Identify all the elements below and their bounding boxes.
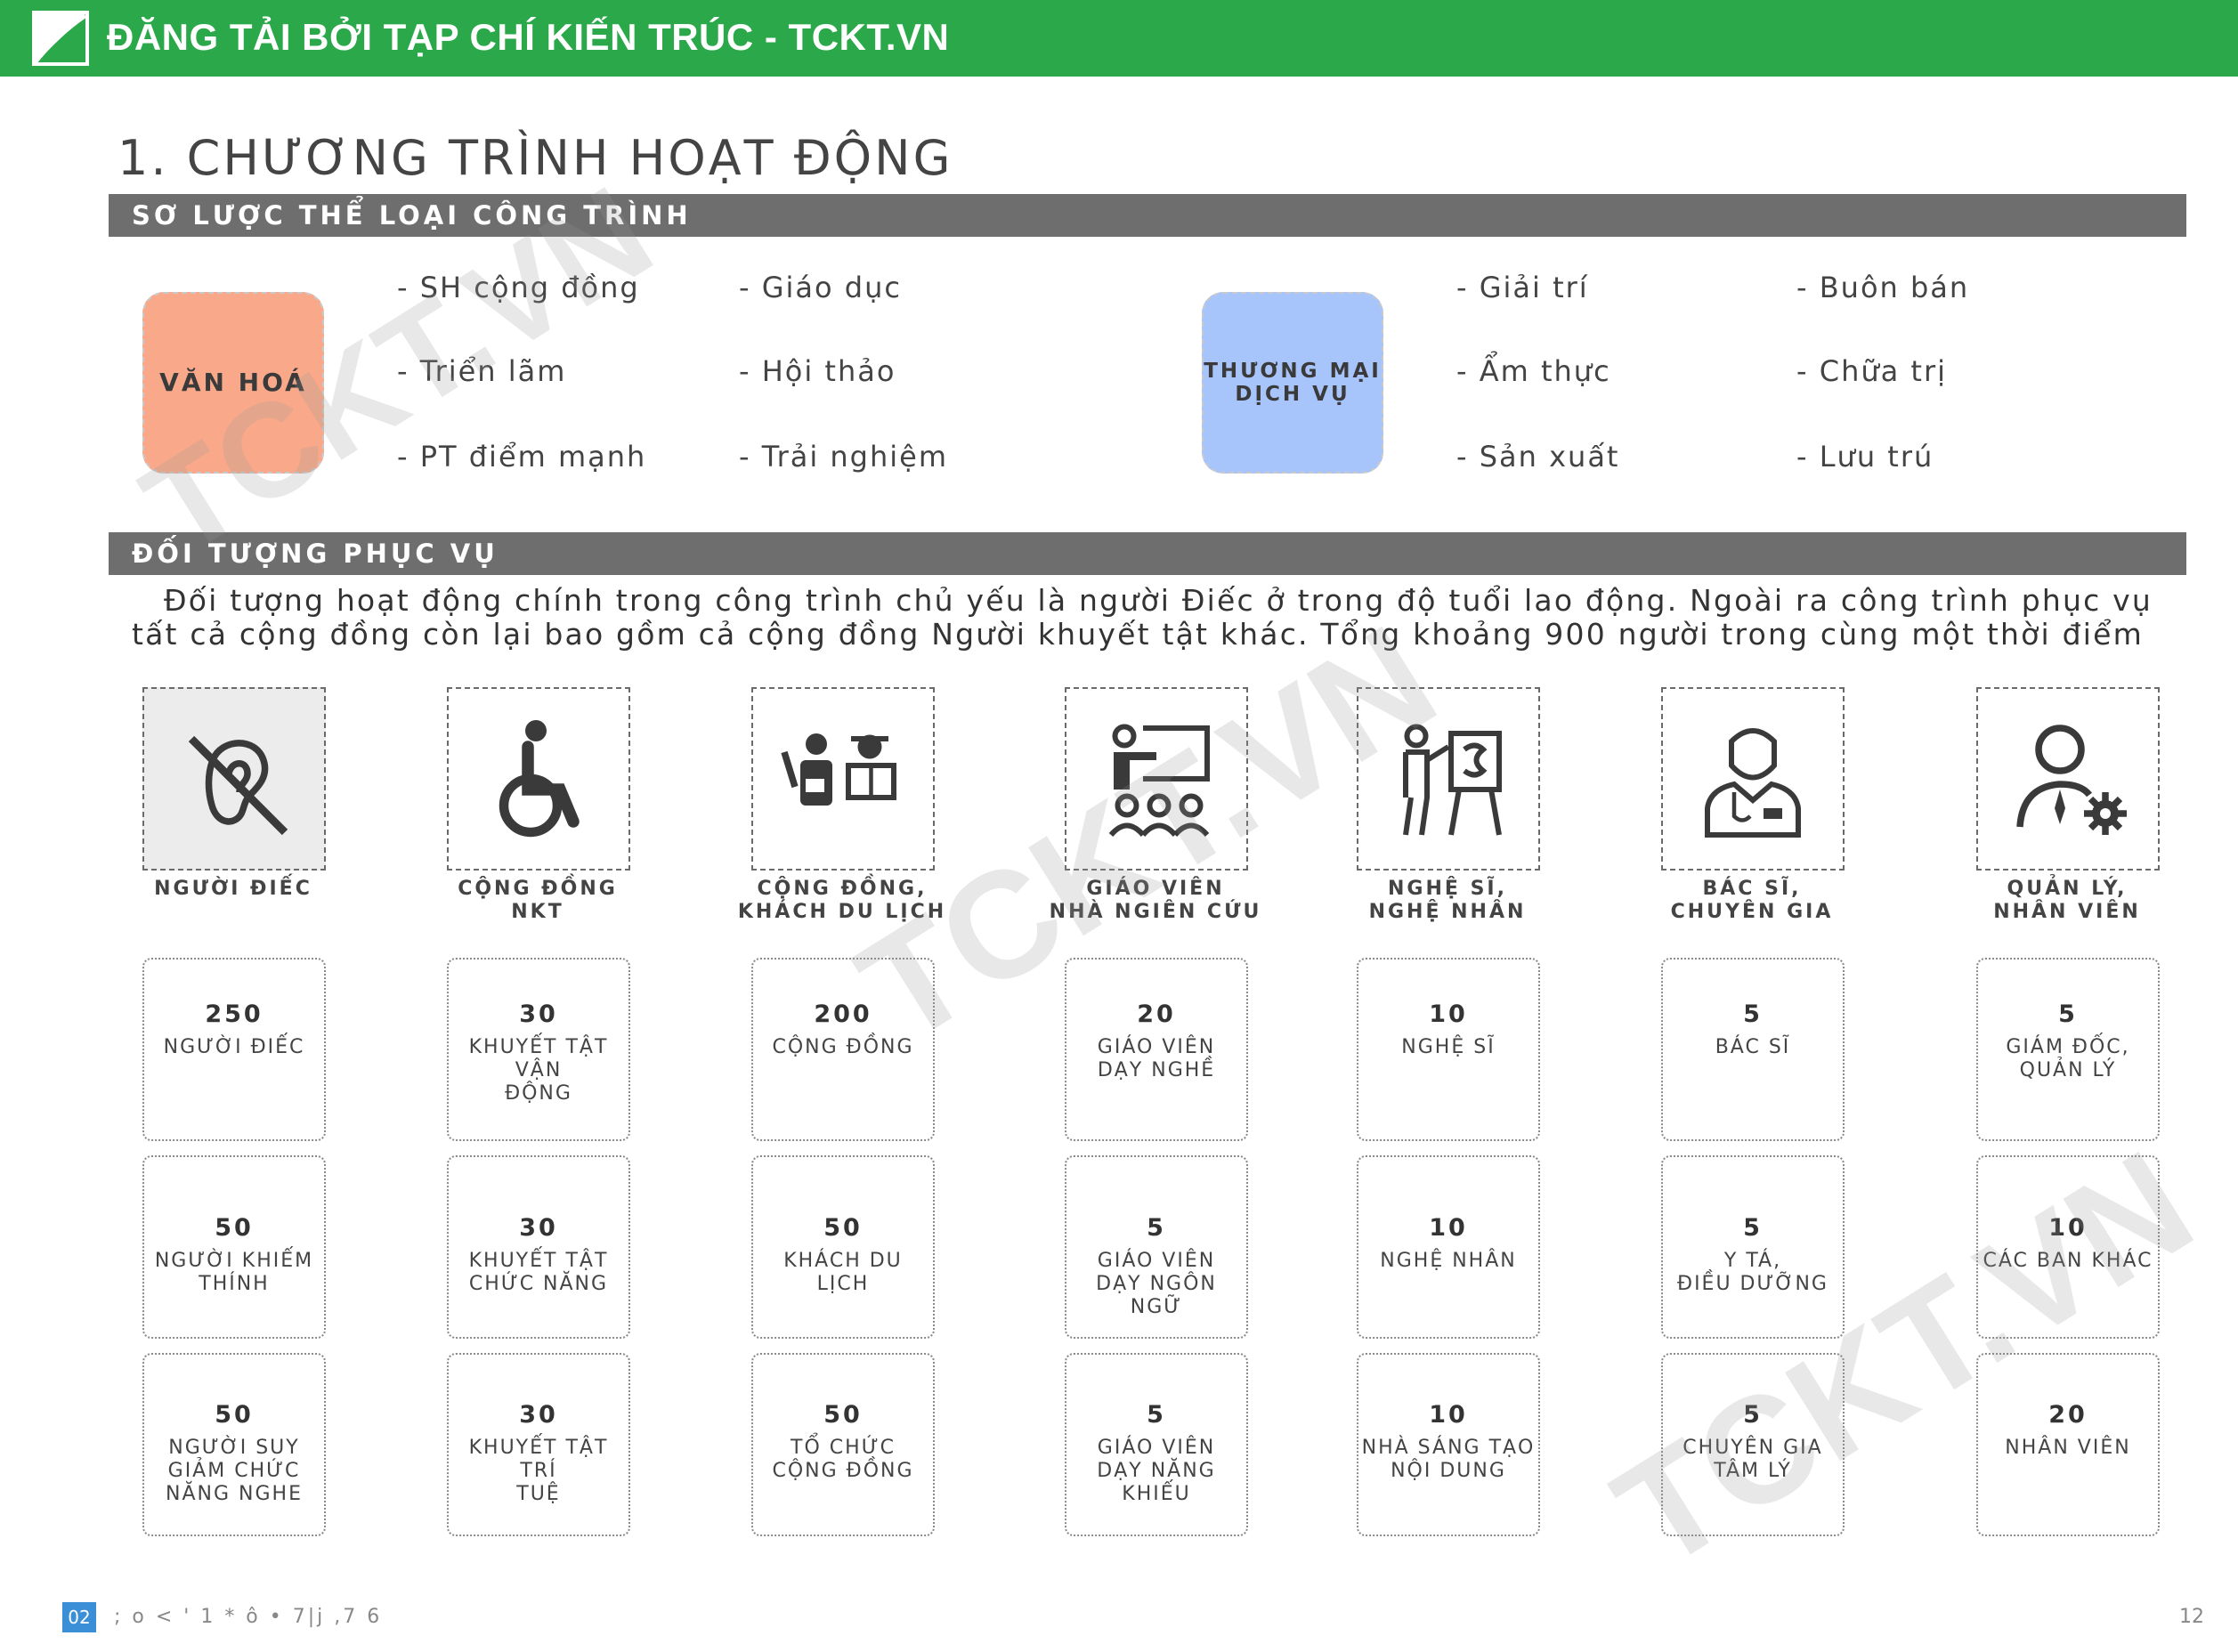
tm-item: - Buôn bán	[1796, 271, 1970, 304]
teacher-icon	[1065, 687, 1248, 871]
section-title-types: SƠ LƯỢC THỂ LOẠI CÔNG TRÌNH	[132, 200, 692, 231]
vh-item: - Giáo dục	[739, 271, 902, 304]
stat-box: 30 KHUYẾT TẬT VẬN ĐỘNG	[447, 958, 630, 1141]
group-label: CỘNG ĐỒNG, KHÁCH DU LỊCH	[737, 878, 947, 923]
stat-box: 10 NGHỆ SĨ	[1357, 958, 1540, 1141]
group-label: CỘNG ĐỒNG NKT	[458, 878, 618, 923]
vh-item: - Triển lãm	[397, 354, 567, 388]
tm-item: - Lưu trú	[1796, 440, 1934, 474]
group-label: GIÁO VIÊN NHÀ NGIÊN CỨU	[1049, 878, 1262, 923]
group-label: NGƯỜI ĐIẾC	[154, 878, 312, 900]
wheelchair-icon	[447, 687, 630, 871]
stat-box: 250 NGƯỜI ĐIẾC	[142, 958, 326, 1141]
stat-box: 5 GIÁM ĐỐC, QUẢN LÝ	[1976, 958, 2160, 1141]
stat-box: 10 NHÀ SÁNG TẠO NỘI DUNG	[1357, 1353, 1540, 1536]
tm-item: - Ẩm thực	[1456, 354, 1611, 388]
stat-box: 5 Y TÁ, ĐIỀU DƯỠNG	[1661, 1155, 1845, 1339]
stat-box: 5 BÁC SĨ	[1661, 958, 1845, 1141]
stat-box: 50 NGƯỜI SUY GIẢM CHỨC NĂNG NGHE	[142, 1353, 326, 1536]
tourists-icon	[751, 687, 935, 871]
tm-item: - Chữa trị	[1796, 354, 1947, 388]
vh-item: - Hội thảo	[739, 354, 896, 388]
stat-box: 5 CHUYÊN GIA TÂM LÝ	[1661, 1353, 1845, 1536]
vh-item: - Trải nghiệm	[739, 440, 949, 474]
stat-box: 20 GIÁO VIÊN DẠY NGHỀ	[1065, 958, 1248, 1141]
stat-box: 50 TỔ CHỨC CỘNG ĐỒNG	[751, 1353, 935, 1536]
stat-box: 10 NGHỆ NHÂN	[1357, 1155, 1540, 1339]
page-title: 1. CHƯƠNG TRÌNH HOẠT ĐỘNG	[118, 130, 953, 186]
category-thuong-mai: THƯƠNG MẠI DỊCH VỤ	[1202, 292, 1383, 474]
tm-item: - Giải trí	[1456, 271, 1589, 304]
stat-box: 10 CÁC BAN KHÁC	[1976, 1155, 2160, 1339]
section-title-audience: ĐỐI TƯỢNG PHỤC VỤ	[132, 539, 499, 569]
stat-box: 5 GIÁO VIÊN DẠY NĂNG KHIẾU	[1065, 1353, 1248, 1536]
stat-box: 50 KHÁCH DU LỊCH	[751, 1155, 935, 1339]
footer-text: ; o < ' 1 * ô • 7|j ,7 6	[114, 1606, 383, 1628]
group-label: QUẢN LÝ, NHÂN VIÊN	[1993, 878, 2141, 923]
stat-box: 50 NGƯỜI KHIẾM THÍNH	[142, 1155, 326, 1339]
stat-box: 20 NHÂN VIÊN	[1976, 1353, 2160, 1536]
audience-description: Đối tượng hoạt động chính trong công trì…	[132, 583, 2153, 652]
category-van-hoa: VĂN HOÁ	[142, 292, 324, 474]
doctor-icon	[1661, 687, 1845, 871]
page-number: 12	[2179, 1606, 2204, 1628]
tckt-logo-icon	[32, 11, 89, 66]
manager-gear-icon	[1976, 687, 2160, 871]
tm-item: - Sản xuất	[1456, 440, 1620, 474]
header-bar: ĐĂNG TẢI BỞI TẠP CHÍ KIẾN TRÚC - TCKT.VN	[0, 0, 2238, 77]
vh-item: - PT điểm mạnh	[397, 440, 647, 474]
section-bar-types: SƠ LƯỢC THỂ LOẠI CÔNG TRÌNH	[109, 194, 2186, 237]
footer-badge: 02	[62, 1602, 96, 1632]
stat-box: 30 KHUYẾT TẬT TRÍ TUỆ	[447, 1353, 630, 1536]
stat-box: 5 GIÁO VIÊN DẠY NGÔN NGỮ	[1065, 1155, 1248, 1339]
stat-box: 30 KHUYẾT TẬT CHỨC NĂNG	[447, 1155, 630, 1339]
section-bar-audience: ĐỐI TƯỢNG PHỤC VỤ	[109, 532, 2186, 575]
header-title: ĐĂNG TẢI BỞI TẠP CHÍ KIẾN TRÚC - TCKT.VN	[107, 16, 950, 58]
artist-easel-icon	[1357, 687, 1540, 871]
vh-item: - SH cộng đồng	[397, 271, 640, 304]
stat-box: 200 CỘNG ĐỒNG	[751, 958, 935, 1141]
group-label: BÁC SĨ, CHUYÊN GIA	[1670, 878, 1834, 923]
deaf-ear-icon	[142, 687, 326, 871]
group-label: NGHỆ SĨ, NGHỆ NHÂN	[1368, 878, 1527, 923]
